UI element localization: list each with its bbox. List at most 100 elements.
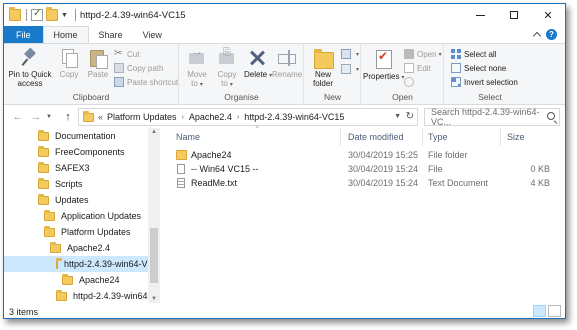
column-header-size[interactable]: Size	[507, 132, 525, 142]
move-to-label: Move to	[187, 70, 207, 88]
help-icon[interactable]: ?	[546, 29, 557, 40]
column-header-type[interactable]: Type	[428, 132, 448, 142]
new-item-button[interactable]: ▾	[341, 49, 359, 59]
delete-button[interactable]: Delete ▾	[244, 48, 272, 81]
chevron-down-icon[interactable]: ▼	[394, 113, 401, 120]
cut-button[interactable]: ✂ Cut	[114, 49, 139, 59]
ribbon-help-area: ?	[532, 29, 557, 41]
chevron-down-icon: ▼	[46, 114, 52, 120]
properties-quick-icon[interactable]	[31, 8, 43, 21]
copy-button[interactable]: Copy	[56, 48, 82, 79]
paste-shortcut-button[interactable]: Paste shortcut	[114, 77, 178, 87]
column-header-name[interactable]: Name	[176, 132, 200, 142]
tab-file[interactable]: File	[4, 26, 43, 44]
easy-access-button[interactable]: ▾	[341, 64, 359, 74]
breadcrumb-apache24[interactable]: Apache2.4	[189, 112, 232, 122]
column-divider[interactable]	[422, 128, 423, 146]
date-modified-cell: 30/04/2019 15:24	[348, 178, 419, 188]
table-row[interactable]: Apache24 30/04/2019 15:25 File folder	[164, 149, 564, 163]
nav-item-apache24-sub[interactable]: Apache24	[62, 272, 120, 288]
nav-item-label: httpd-2.4.39-win64-VC	[73, 291, 160, 301]
nav-item-application-updates[interactable]: Application Updates	[44, 208, 141, 224]
paste-button[interactable]: Paste	[84, 48, 112, 79]
window-title: httpd-2.4.39-win64-VC15	[79, 9, 186, 21]
history-button[interactable]	[404, 77, 417, 87]
back-button[interactable]: ←	[10, 109, 26, 125]
nav-item-httpd-zip[interactable]: httpd-2.4.39-win64-VC	[56, 288, 160, 303]
nav-item-updates[interactable]: Updates	[38, 192, 89, 208]
column-divider[interactable]	[340, 128, 341, 146]
select-all-icon	[451, 49, 461, 59]
nav-item-apache24[interactable]: Apache2.4	[50, 240, 110, 256]
file-name-cell: ReadMe.txt	[176, 178, 237, 188]
open-button[interactable]: Open ▾	[404, 49, 442, 59]
scroll-down-icon[interactable]: ▼	[151, 296, 157, 302]
folder-icon	[56, 257, 62, 269]
item-count: 3 items	[9, 306, 39, 317]
details-view-icon[interactable]	[533, 305, 546, 317]
table-row[interactable]: -- Win64 VC15 -- 30/04/2019 15:24 File 0…	[164, 163, 564, 177]
maximize-button[interactable]	[497, 4, 531, 26]
nav-item-scripts[interactable]: Scripts	[38, 176, 83, 192]
nav-item-documentation[interactable]: Documentation	[38, 128, 116, 144]
nav-item-label: SAFEX3	[55, 163, 90, 173]
breadcrumb-httpd[interactable]: httpd-2.4.39-win64-VC15	[244, 112, 344, 122]
nav-item-httpd-selected[interactable]: httpd-2.4.39-win64-VC	[4, 256, 154, 272]
nav-item-freecomponents[interactable]: FreeComponents	[38, 144, 125, 160]
tab-share[interactable]: Share	[89, 26, 133, 44]
folder-icon	[38, 145, 49, 157]
nav-item-label: Apache24	[79, 275, 120, 285]
large-icons-view-icon[interactable]	[548, 305, 561, 317]
nav-item-safex3[interactable]: SAFEX3	[38, 160, 90, 176]
scrollbar-thumb[interactable]	[150, 228, 158, 283]
invert-selection-button[interactable]: Invert selection	[451, 77, 518, 87]
view-toggle	[533, 305, 561, 317]
address-bar[interactable]: « Platform Updates › Apache2.4 › httpd-2…	[78, 108, 418, 126]
scroll-up-icon[interactable]: ▲	[151, 129, 157, 135]
select-all-button[interactable]: Select all	[451, 49, 496, 59]
new-folder-button[interactable]: New folder	[308, 48, 338, 88]
file-icon	[177, 164, 185, 174]
refresh-icon[interactable]: ↻	[406, 111, 414, 122]
minimize-button[interactable]	[463, 4, 497, 26]
nav-item-label: Apache2.4	[67, 243, 111, 253]
tab-view[interactable]: View	[133, 26, 172, 44]
type-cell: Text Document	[428, 178, 489, 188]
properties-button[interactable]: Properties▾	[363, 48, 404, 83]
search-icon	[547, 112, 555, 120]
open-group-label: Open	[392, 92, 413, 102]
select-group: Select all Select none Invert selection …	[445, 44, 535, 105]
maximize-icon	[510, 11, 518, 19]
breadcrumb-overflow[interactable]: «	[98, 112, 103, 122]
chevron-right-icon[interactable]: ›	[182, 114, 184, 121]
tab-home[interactable]: Home	[42, 26, 89, 44]
table-row[interactable]: ReadMe.txt 30/04/2019 15:24 Text Documen…	[164, 177, 564, 191]
column-divider[interactable]	[500, 128, 501, 146]
breadcrumb-platform-updates[interactable]: Platform Updates	[107, 112, 177, 122]
ribbon: Pin to Quick access Copy Paste ✂ Cut Cop…	[4, 43, 565, 105]
nav-pane-scrollbar[interactable]: ▲ ▼	[148, 128, 160, 303]
nav-item-platform-updates[interactable]: Platform Updates	[44, 224, 131, 240]
status-bar: 3 items	[4, 304, 565, 318]
chevron-down-icon[interactable]: ▼	[61, 12, 68, 19]
rename-button[interactable]: Rename	[272, 48, 302, 79]
copy-to-button[interactable]: Copy to▾	[213, 48, 241, 90]
select-none-button[interactable]: Select none	[451, 63, 506, 73]
recent-locations-button[interactable]: ▼	[44, 109, 54, 125]
forward-button[interactable]: →	[28, 109, 44, 125]
copy-to-label: Copy to	[217, 70, 237, 88]
chevron-right-icon[interactable]: ›	[237, 114, 239, 121]
search-input[interactable]: Search httpd-2.4.39-win64-VC...	[424, 107, 560, 127]
close-button[interactable]: ✕	[531, 4, 565, 26]
copy-path-button[interactable]: Copy path	[114, 63, 163, 73]
edit-button[interactable]: Edit	[404, 63, 431, 73]
explorer-window: ▼ httpd-2.4.39-win64-VC15 ✕ File Home Sh…	[3, 3, 566, 319]
up-button[interactable]: ↑	[60, 109, 76, 125]
history-icon	[404, 77, 414, 87]
column-header-date-modified[interactable]: Date modified	[348, 132, 404, 142]
new-folder-quick-icon[interactable]	[46, 7, 58, 21]
forward-arrow-icon: →	[30, 111, 42, 123]
move-to-button[interactable]: Move to▾	[183, 48, 211, 90]
pin-to-quick-access-button[interactable]: Pin to Quick access	[6, 48, 54, 88]
collapse-ribbon-icon[interactable]	[532, 31, 542, 41]
